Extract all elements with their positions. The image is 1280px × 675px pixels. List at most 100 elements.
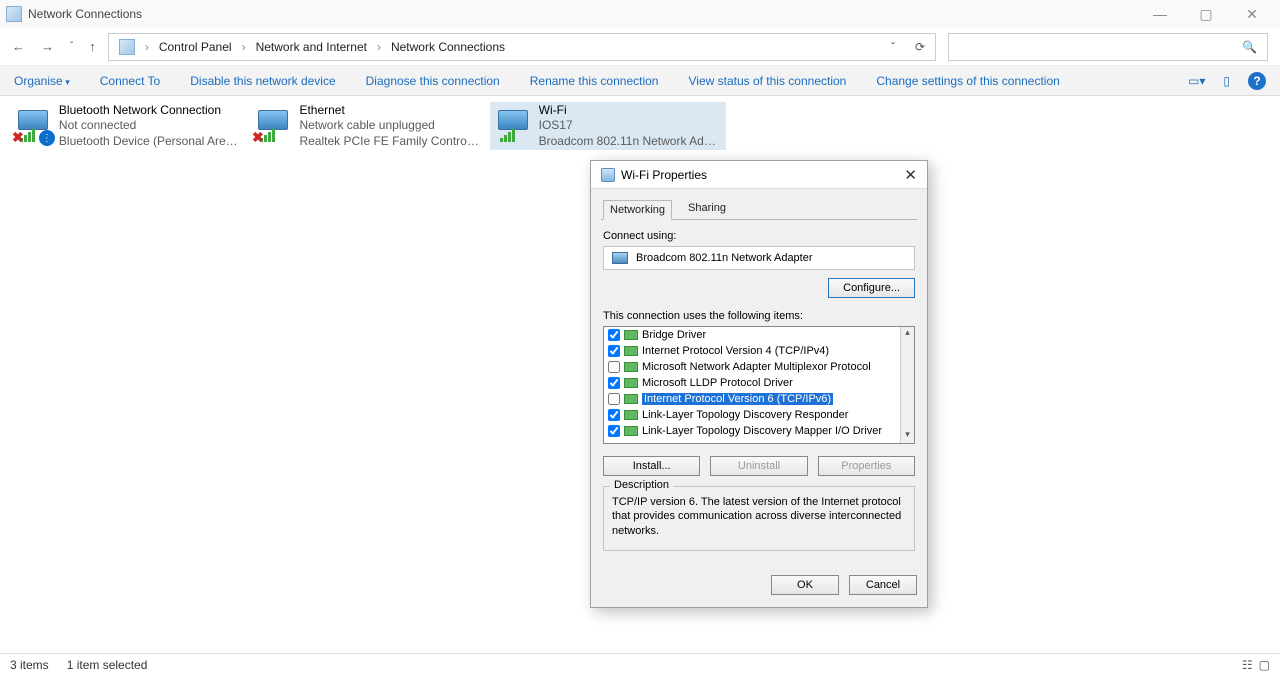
connection-device: Broadcom 802.11n Network Adap... [539, 134, 720, 150]
refresh-button[interactable]: ⟳ [915, 40, 925, 54]
breadcrumb-sep: › [242, 40, 246, 54]
item-checkbox[interactable] [608, 393, 620, 405]
description-group: Description TCP/IP version 6. The latest… [603, 486, 915, 551]
connection-device: Realtek PCIe FE Family Controller [299, 134, 480, 150]
connection-icon: ✖ [256, 108, 291, 144]
connection-item[interactable]: ✖EthernetNetwork cable unpluggedRealtek … [250, 102, 486, 150]
properties-button[interactable]: Properties [818, 456, 915, 476]
adapter-icon [612, 252, 628, 264]
network-items-list: Bridge Driver Internet Protocol Version 4… [603, 326, 915, 444]
maximize-button[interactable]: ▢ [1196, 6, 1216, 23]
connection-name: Bluetooth Network Connection [59, 103, 240, 119]
organise-menu[interactable]: Organise [14, 74, 70, 88]
uninstall-button[interactable]: Uninstall [710, 456, 807, 476]
item-checkbox[interactable] [608, 345, 620, 357]
connection-name: Wi-Fi [539, 103, 720, 119]
tab-sharing[interactable]: Sharing [682, 199, 732, 219]
network-item-row[interactable]: Microsoft LLDP Protocol Driver [604, 375, 900, 391]
window-title: Network Connections [28, 7, 142, 21]
adapter-box: Broadcom 802.11n Network Adapter [603, 246, 915, 270]
tab-networking[interactable]: Networking [603, 200, 672, 220]
connect-using-label: Connect using: [603, 230, 915, 242]
breadcrumb[interactable]: › Control Panel › Network and Internet ›… [108, 33, 936, 61]
network-item-row[interactable]: Bridge Driver [604, 327, 900, 343]
configure-button[interactable]: Configure... [828, 278, 915, 298]
network-item-row[interactable]: Internet Protocol Version 6 (TCP/IPv6) [604, 391, 900, 407]
breadcrumb-dropdown[interactable]: ˇ [891, 40, 895, 54]
back-button[interactable]: ← [12, 39, 25, 54]
item-checkbox[interactable] [608, 361, 620, 373]
status-bar: 3 items 1 item selected ☷ ▢ [0, 653, 1280, 675]
disable-device-button[interactable]: Disable this network device [190, 74, 335, 88]
search-input[interactable]: 🔍 [948, 33, 1268, 61]
close-button[interactable]: ✕ [1242, 6, 1262, 23]
description-label: Description [610, 479, 673, 491]
network-item-row[interactable]: Internet Protocol Version 4 (TCP/IPv4) [604, 343, 900, 359]
dialog-icon [601, 168, 615, 182]
cancel-button[interactable]: Cancel [849, 575, 917, 595]
item-label: Microsoft Network Adapter Multiplexor Pr… [642, 361, 871, 373]
dialog-body: Connect using: Broadcom 802.11n Network … [601, 219, 917, 551]
network-item-row[interactable]: Link-Layer Topology Discovery Mapper I/O… [604, 423, 900, 439]
network-item-row[interactable]: Link-Layer Topology Discovery Responder [604, 407, 900, 423]
app-icon [6, 6, 22, 22]
item-label: Internet Protocol Version 6 (TCP/IPv6) [642, 393, 833, 405]
connection-text: Bluetooth Network ConnectionNot connecte… [59, 103, 240, 150]
items-scrollbar[interactable]: ▴ ▾ [900, 327, 914, 443]
bluetooth-icon: ⋮ [39, 130, 55, 146]
item-label: Link-Layer Topology Discovery Mapper I/O… [642, 425, 882, 437]
connection-icon [496, 108, 531, 144]
rename-button[interactable]: Rename this connection [530, 74, 659, 88]
item-label: Microsoft LLDP Protocol Driver [642, 377, 793, 389]
minimize-button[interactable]: — [1150, 6, 1170, 23]
install-button[interactable]: Install... [603, 456, 700, 476]
protocol-icon [624, 330, 638, 340]
connection-status: Network cable unplugged [299, 118, 480, 134]
dialog-title: Wi-Fi Properties [621, 168, 707, 182]
view-options-icon[interactable]: ▭▾ [1188, 74, 1205, 88]
navigation-bar: ← → ˇ ↑ › Control Panel › Network and In… [0, 28, 1280, 66]
toolbar: Organise Connect To Disable this network… [0, 66, 1280, 96]
diagnose-button[interactable]: Diagnose this connection [366, 74, 500, 88]
breadcrumb-sep: › [145, 40, 149, 54]
up-button[interactable]: ↑ [89, 39, 96, 54]
dialog-close-button[interactable]: ✕ [904, 166, 917, 184]
item-checkbox[interactable] [608, 329, 620, 341]
connection-text: EthernetNetwork cable unpluggedRealtek P… [299, 103, 480, 150]
dialog-tabs: Networking Sharing [591, 189, 927, 219]
forward-button[interactable]: → [41, 39, 54, 54]
scroll-down-button[interactable]: ▾ [901, 429, 914, 443]
help-button[interactable]: ? [1248, 72, 1266, 90]
recent-locations-button[interactable]: ˇ [70, 41, 73, 52]
connection-icon: ✖⋮ [16, 108, 51, 144]
item-label: Internet Protocol Version 4 (TCP/IPv4) [642, 345, 829, 357]
connection-item[interactable]: Wi-FiIOS17Broadcom 802.11n Network Adap.… [490, 102, 726, 150]
ok-button[interactable]: OK [771, 575, 839, 595]
view-details-icon[interactable]: ☷ [1242, 658, 1253, 672]
breadcrumb-network-internet[interactable]: Network and Internet [256, 40, 367, 54]
item-checkbox[interactable] [608, 409, 620, 421]
items-label: This connection uses the following items… [603, 310, 915, 322]
connection-item[interactable]: ✖⋮Bluetooth Network ConnectionNot connec… [10, 102, 246, 150]
item-checkbox[interactable] [608, 377, 620, 389]
connection-text: Wi-FiIOS17Broadcom 802.11n Network Adap.… [539, 103, 720, 150]
preview-pane-icon[interactable]: ▯ [1223, 74, 1230, 88]
breadcrumb-control-panel[interactable]: Control Panel [159, 40, 232, 54]
breadcrumb-network-connections[interactable]: Network Connections [391, 40, 505, 54]
change-settings-button[interactable]: Change settings of this connection [876, 74, 1059, 88]
dialog-title-bar[interactable]: Wi-Fi Properties ✕ [591, 161, 927, 189]
scroll-up-button[interactable]: ▴ [901, 327, 914, 341]
connect-to-button[interactable]: Connect To [100, 74, 161, 88]
scroll-thumb[interactable] [901, 341, 914, 429]
view-status-button[interactable]: View status of this connection [688, 74, 846, 88]
search-icon: 🔍 [1242, 40, 1257, 54]
item-checkbox[interactable] [608, 425, 620, 437]
connection-name: Ethernet [299, 103, 480, 119]
item-label: Link-Layer Topology Discovery Responder [642, 409, 848, 421]
connections-area: ✖⋮Bluetooth Network ConnectionNot connec… [0, 96, 1280, 156]
title-bar: Network Connections — ▢ ✕ [0, 0, 1280, 28]
protocol-icon [624, 410, 638, 420]
view-large-icon[interactable]: ▢ [1259, 658, 1270, 672]
status-item-count: 3 items [10, 658, 49, 672]
network-item-row[interactable]: Microsoft Network Adapter Multiplexor Pr… [604, 359, 900, 375]
